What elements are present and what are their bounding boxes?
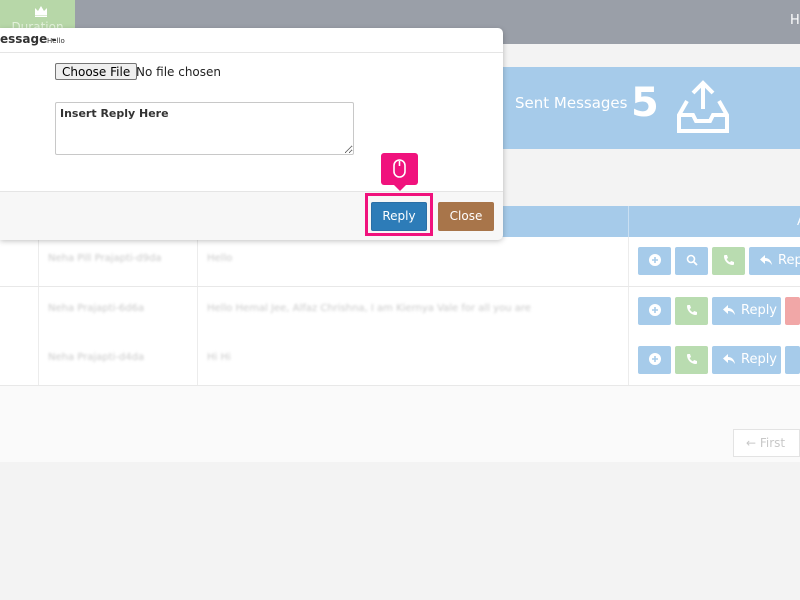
row-message: Hello Hemal Jee, Alfaz Chrishna, I am Ki… [207, 303, 531, 314]
cell-divider [38, 287, 39, 336]
outbox-upload-icon [677, 80, 729, 133]
modal-close-button[interactable]: Close [438, 202, 494, 231]
view-button[interactable] [638, 247, 671, 275]
mouse-icon [393, 159, 406, 178]
plus-circle-icon [649, 353, 661, 365]
choose-file-button[interactable]: Choose File [55, 63, 138, 80]
reply-icon [723, 354, 735, 364]
cell-divider [38, 336, 39, 385]
sent-messages-card: Sent Messages 5 [500, 67, 800, 149]
search-button[interactable] [675, 247, 708, 275]
plus-circle-icon [649, 254, 661, 266]
messages-panel: A Neha Pill Prajapti-d9da Hello Rep Neha… [0, 206, 800, 462]
search-icon [686, 254, 698, 266]
stat-count: 5 [631, 80, 659, 126]
reply-button[interactable]: Reply [712, 297, 781, 325]
cell-divider [628, 287, 629, 336]
table-row: Neha Pill Prajapti-d9da Hello Rep [0, 237, 800, 287]
cell-divider [197, 287, 198, 336]
reply-textarea[interactable] [55, 102, 354, 155]
call-button[interactable] [675, 297, 708, 325]
more-button[interactable] [785, 346, 800, 374]
table-row: Neha Prajapti-d4da Hi Hi Reply [0, 336, 800, 386]
modal-header: essage - Hello [0, 28, 503, 53]
phone-icon [687, 354, 697, 364]
stat-label: Sent Messages [515, 94, 628, 112]
table-row: Neha Prajapti-6d6a Hello Hemal Jee, Alfa… [0, 287, 800, 337]
call-button[interactable] [675, 346, 708, 374]
reply-button[interactable]: Rep [749, 247, 800, 275]
pagination-first[interactable]: ← First [733, 429, 800, 457]
plus-circle-icon [649, 304, 661, 316]
modal-reply-button[interactable]: Reply [371, 202, 427, 231]
reply-icon [723, 305, 735, 315]
file-status: No file chosen [136, 65, 222, 79]
user-menu-text[interactable]: H [790, 13, 800, 28]
click-indicator [381, 153, 418, 191]
row-sender: Neha Pill Prajapti-d9da [48, 253, 162, 264]
view-button[interactable] [638, 297, 671, 325]
row-sender: Neha Prajapti-d4da [48, 352, 145, 363]
reply-icon [760, 255, 772, 265]
row-sender: Neha Prajapti-6d6a [48, 303, 145, 314]
reply-button-label: Rep [778, 253, 800, 268]
reply-button[interactable]: Reply [712, 346, 781, 374]
phone-icon [687, 305, 697, 315]
phone-icon [724, 255, 734, 265]
row-message: Hi Hi [207, 352, 231, 363]
cell-divider [628, 336, 629, 385]
cell-divider [197, 336, 198, 385]
crown-icon [35, 6, 47, 17]
reply-modal: essage - Hello Choose File No file chose… [0, 28, 503, 240]
modal-footer: Reply Close [0, 191, 503, 240]
cell-divider [628, 237, 629, 286]
reply-button-label: Reply [741, 303, 778, 318]
cell-divider [38, 237, 39, 286]
delete-button[interactable] [785, 297, 800, 325]
reply-button-label: Reply [741, 352, 778, 367]
view-button[interactable] [638, 346, 671, 374]
cell-divider [197, 237, 198, 286]
modal-subtitle: Hello [47, 37, 65, 45]
row-message: Hello [207, 253, 233, 264]
actions-header: A [628, 206, 800, 237]
call-button[interactable] [712, 247, 745, 275]
